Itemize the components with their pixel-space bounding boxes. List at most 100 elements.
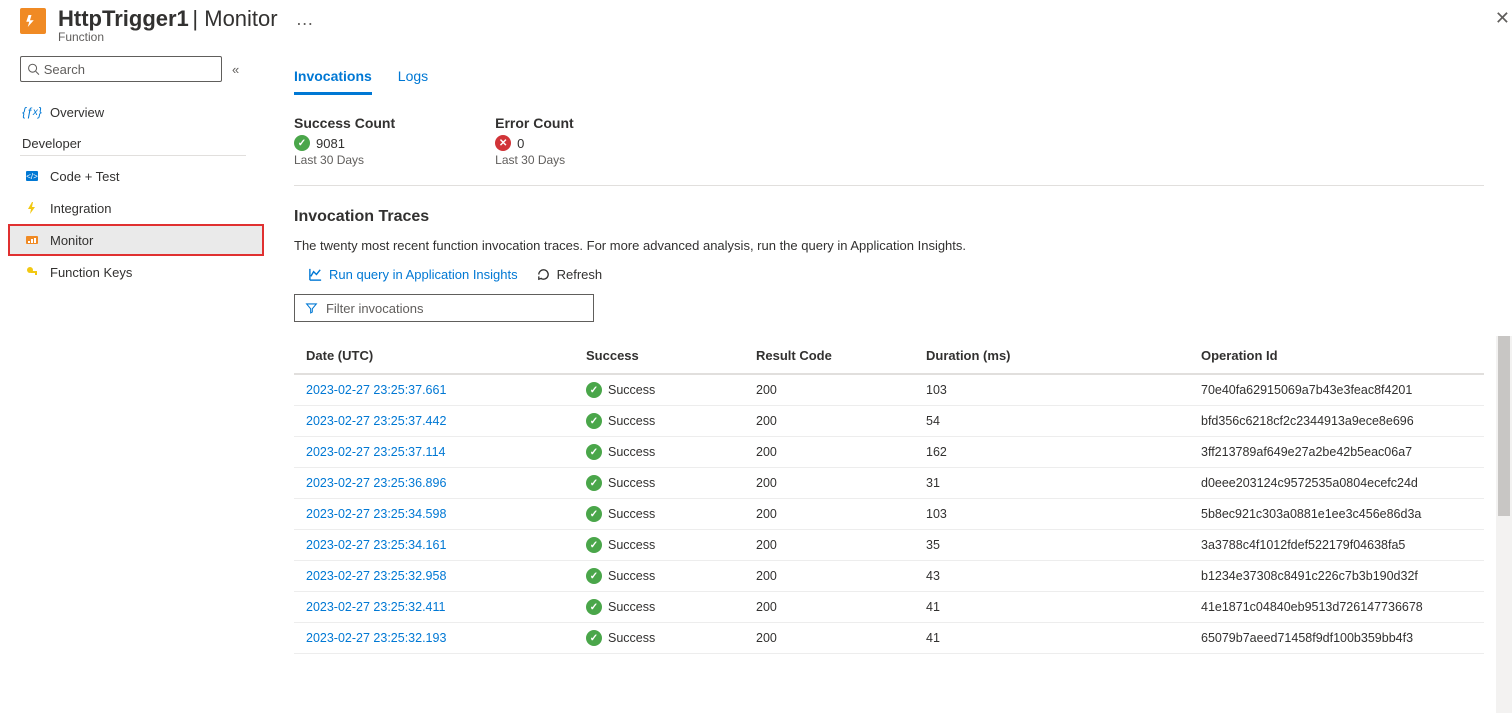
success-icon: ✓ bbox=[586, 630, 602, 646]
sidebar-item-function-keys[interactable]: Function Keys bbox=[20, 256, 262, 288]
scrollbar-thumb[interactable] bbox=[1498, 336, 1510, 516]
refresh-icon bbox=[536, 267, 551, 282]
cell-date[interactable]: 2023-02-27 23:25:32.411 bbox=[294, 592, 574, 623]
th-success[interactable]: Success bbox=[574, 338, 744, 374]
cell-date[interactable]: 2023-02-27 23:25:36.896 bbox=[294, 468, 574, 499]
sidebar-item-overview[interactable]: {ƒx} Overview bbox=[20, 96, 262, 128]
refresh-button[interactable]: Refresh bbox=[536, 267, 603, 282]
cell-operation: 5b8ec921c303a0881e1ee3c456e86d3a bbox=[1189, 499, 1484, 530]
cell-duration: 103 bbox=[914, 374, 1189, 406]
cell-operation: 3ff213789af649e27a2be42b5eac06a7 bbox=[1189, 437, 1484, 468]
traces-desc: The twenty most recent function invocati… bbox=[294, 238, 1484, 253]
success-icon: ✓ bbox=[586, 444, 602, 460]
invocations-table: Date (UTC) Success Result Code Duration … bbox=[294, 338, 1484, 654]
table-row: 2023-02-27 23:25:37.661✓Success20010370e… bbox=[294, 374, 1484, 406]
cell-date[interactable]: 2023-02-27 23:25:34.161 bbox=[294, 530, 574, 561]
cell-operation: d0eee203124c9572535a0804ecefc24d bbox=[1189, 468, 1484, 499]
sidebar-item-label: Overview bbox=[50, 105, 104, 120]
cell-operation: 70e40fa62915069a7b43e3feac8f4201 bbox=[1189, 374, 1484, 406]
success-icon: ✓ bbox=[586, 382, 602, 398]
search-input[interactable] bbox=[44, 62, 215, 77]
tab-invocations[interactable]: Invocations bbox=[294, 68, 372, 95]
cell-duration: 162 bbox=[914, 437, 1189, 468]
cell-operation: 65079b7aeed71458f9df100b359bb4f3 bbox=[1189, 623, 1484, 654]
cell-date[interactable]: 2023-02-27 23:25:32.958 bbox=[294, 561, 574, 592]
monitor-icon bbox=[24, 233, 40, 247]
metric-success-title: Success Count bbox=[294, 115, 395, 131]
cell-date[interactable]: 2023-02-27 23:25:37.661 bbox=[294, 374, 574, 406]
cell-success: ✓Success bbox=[574, 561, 744, 592]
key-icon bbox=[24, 265, 40, 279]
cell-duration: 35 bbox=[914, 530, 1189, 561]
page-subtitle: Function bbox=[58, 30, 315, 44]
sidebar-item-monitor[interactable]: Monitor bbox=[8, 224, 264, 256]
th-result[interactable]: Result Code bbox=[744, 338, 914, 374]
table-row: 2023-02-27 23:25:32.958✓Success20043b123… bbox=[294, 561, 1484, 592]
cell-success: ✓Success bbox=[574, 406, 744, 437]
metric-success: Success Count ✓ 9081 Last 30 Days bbox=[294, 115, 395, 167]
table-row: 2023-02-27 23:25:34.598✓Success2001035b8… bbox=[294, 499, 1484, 530]
cell-success: ✓Success bbox=[574, 592, 744, 623]
cell-duration: 43 bbox=[914, 561, 1189, 592]
run-query-link[interactable]: Run query in Application Insights bbox=[308, 267, 518, 282]
th-operation[interactable]: Operation Id bbox=[1189, 338, 1484, 374]
cell-success: ✓Success bbox=[574, 437, 744, 468]
lightning-icon bbox=[24, 201, 40, 215]
close-button[interactable]: ✕ bbox=[1495, 8, 1510, 29]
metric-error-sub: Last 30 Days bbox=[495, 153, 574, 167]
cell-result: 200 bbox=[744, 623, 914, 654]
cell-success: ✓Success bbox=[574, 530, 744, 561]
refresh-label: Refresh bbox=[557, 267, 603, 282]
sidebar: « {ƒx} Overview Developer </> Code + Tes… bbox=[0, 48, 262, 713]
sidebar-section-developer: Developer bbox=[20, 128, 246, 156]
cell-date[interactable]: 2023-02-27 23:25:37.442 bbox=[294, 406, 574, 437]
error-icon: ✕ bbox=[495, 135, 511, 151]
more-actions-button[interactable]: … bbox=[296, 9, 315, 30]
cell-duration: 103 bbox=[914, 499, 1189, 530]
sidebar-item-integration[interactable]: Integration bbox=[20, 192, 262, 224]
cell-success: ✓Success bbox=[574, 623, 744, 654]
collapse-sidebar-button[interactable]: « bbox=[232, 62, 239, 77]
page-title: HttpTrigger1 | Monitor bbox=[58, 6, 278, 32]
table-row: 2023-02-27 23:25:34.161✓Success200353a37… bbox=[294, 530, 1484, 561]
search-input-wrapper[interactable] bbox=[20, 56, 222, 82]
filter-input[interactable] bbox=[326, 301, 583, 316]
sidebar-item-code-test[interactable]: </> Code + Test bbox=[20, 160, 262, 192]
code-icon: </> bbox=[24, 169, 40, 183]
sidebar-item-label: Function Keys bbox=[50, 265, 132, 280]
cell-duration: 41 bbox=[914, 592, 1189, 623]
cell-date[interactable]: 2023-02-27 23:25:37.114 bbox=[294, 437, 574, 468]
cell-result: 200 bbox=[744, 530, 914, 561]
cell-result: 200 bbox=[744, 561, 914, 592]
th-date[interactable]: Date (UTC) bbox=[294, 338, 574, 374]
metric-success-value: 9081 bbox=[316, 136, 345, 151]
sidebar-item-label: Integration bbox=[50, 201, 111, 216]
cell-result: 200 bbox=[744, 499, 914, 530]
th-duration[interactable]: Duration (ms) bbox=[914, 338, 1189, 374]
traces-title: Invocation Traces bbox=[294, 208, 1484, 226]
cell-success: ✓Success bbox=[574, 468, 744, 499]
table-row: 2023-02-27 23:25:32.193✓Success200416507… bbox=[294, 623, 1484, 654]
cell-operation: 3a3788c4f1012fdef522179f04638fa5 bbox=[1189, 530, 1484, 561]
main-content: Invocations Logs Success Count ✓ 9081 La… bbox=[262, 48, 1512, 713]
cell-duration: 31 bbox=[914, 468, 1189, 499]
scrollbar[interactable] bbox=[1496, 336, 1512, 713]
cell-result: 200 bbox=[744, 592, 914, 623]
success-icon: ✓ bbox=[586, 537, 602, 553]
cell-operation: 41e1871c04840eb9513d726147736678 bbox=[1189, 592, 1484, 623]
overview-icon: {ƒx} bbox=[24, 105, 40, 119]
page-header: HttpTrigger1 | Monitor … Function ✕ bbox=[0, 0, 1512, 48]
tab-logs[interactable]: Logs bbox=[398, 68, 428, 95]
cell-result: 200 bbox=[744, 406, 914, 437]
cell-result: 200 bbox=[744, 374, 914, 406]
cell-date[interactable]: 2023-02-27 23:25:32.193 bbox=[294, 623, 574, 654]
filter-input-wrapper[interactable] bbox=[294, 294, 594, 322]
svg-text:</>: </> bbox=[26, 172, 38, 181]
function-icon bbox=[20, 8, 46, 34]
cell-date[interactable]: 2023-02-27 23:25:34.598 bbox=[294, 499, 574, 530]
search-icon bbox=[27, 62, 40, 76]
cell-success: ✓Success bbox=[574, 374, 744, 406]
table-row: 2023-02-27 23:25:37.442✓Success20054bfd3… bbox=[294, 406, 1484, 437]
chart-icon bbox=[308, 267, 323, 282]
metric-error-value: 0 bbox=[517, 136, 524, 151]
